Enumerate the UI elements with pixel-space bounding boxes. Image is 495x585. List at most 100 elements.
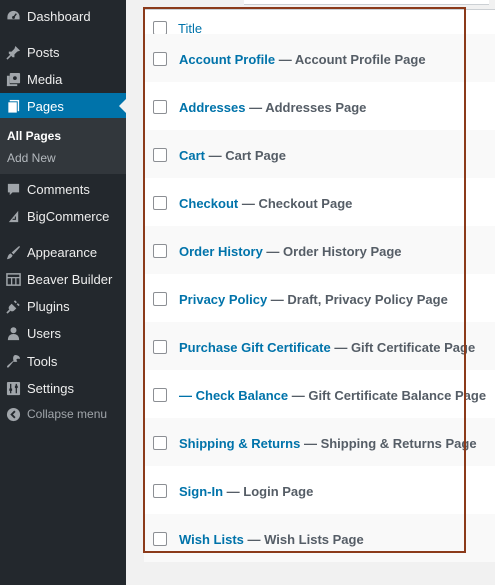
page-title-cell: Privacy Policy — Draft, Privacy Policy P… [179,292,448,307]
page-title-link[interactable]: Purchase Gift Certificate [179,340,331,355]
table-row: Addresses — Addresses Page [144,82,495,130]
table-row: Wish Lists — Wish Lists Page [144,514,495,562]
submenu-add-new[interactable]: Add New [7,151,56,165]
table-row: Shipping & Returns — Shipping & Returns … [144,418,495,466]
page-state: — Gift Certificate Balance Page [288,388,487,403]
row-checkbox[interactable] [153,388,167,402]
page-title-cell: Sign-In — Login Page [179,484,313,499]
collapse-menu-label: Collapse menu [27,407,108,421]
current-menu-arrow [119,99,126,113]
pages-table: Title Account Profile — Account Profile … [143,9,495,562]
page-state: — Gift Certificate Page [330,340,476,355]
menu-item-bigcommerce[interactable]: BigCommerce [0,203,126,229]
page-state: — Login Page [223,484,314,499]
row-checkbox[interactable] [153,436,167,450]
page-title-link[interactable]: Checkout [179,196,238,211]
row-checkbox[interactable] [153,484,167,498]
pages-submenu: All Pages Add New [0,118,126,174]
table-row: Checkout — Checkout Page [144,178,495,226]
row-checkbox[interactable] [153,52,167,66]
pages-icon [0,99,27,114]
table-row: Sign-In — Login Page [144,466,495,514]
menu-label: BigCommerce [27,208,110,224]
menu-item-dashboard[interactable]: Dashboard [0,3,126,29]
page-title-link[interactable]: Addresses [179,100,245,115]
page-title-link[interactable]: Wish Lists [179,532,244,547]
menu-item-appearance[interactable]: Appearance [0,239,126,265]
row-checkbox[interactable] [153,196,167,210]
page-state: — Order History Page [262,244,402,259]
table-row: Account Profile — Account Profile Page [144,34,495,82]
page-state: — Addresses Page [245,100,367,115]
submenu-all-pages[interactable]: All Pages [7,129,61,143]
brush-icon [0,245,27,260]
page-title-cell: Cart — Cart Page [179,148,286,163]
page-state: — Shipping & Returns Page [300,436,477,451]
table-row: Privacy Policy — Draft, Privacy Policy P… [144,274,495,322]
menu-label: Beaver Builder [27,271,113,287]
menu-item-settings[interactable]: Settings [0,375,126,401]
menu-item-users[interactable]: Users [0,320,126,346]
menu-item-plugins[interactable]: Plugins [0,293,126,319]
menu-label: Plugins [27,298,70,314]
collapse-menu-button[interactable]: Collapse menu [0,401,126,427]
menu-label: Comments [27,181,90,197]
media-icon [0,72,27,87]
page-title-cell: Wish Lists — Wish Lists Page [179,532,364,547]
row-checkbox[interactable] [153,148,167,162]
page-title-link[interactable]: Order History [179,244,263,259]
row-checkbox[interactable] [153,244,167,258]
page-title-link[interactable]: Privacy Policy [179,292,267,307]
row-checkbox[interactable] [153,100,167,114]
row-checkbox[interactable] [153,340,167,354]
page-title-link[interactable]: Sign-In [179,484,223,499]
row-checkbox[interactable] [153,292,167,306]
page-title-link[interactable]: — Check Balance [179,388,288,403]
menu-label: Dashboard [27,8,91,24]
page-title-cell: Order History — Order History Page [179,244,402,259]
menu-item-pages[interactable]: Pages [0,93,126,119]
page-state: — Account Profile Page [275,52,426,67]
page-title-link[interactable]: Cart [179,148,205,163]
row-checkbox[interactable] [153,532,167,546]
page-state: — Cart Page [205,148,286,163]
grid-icon [0,272,27,287]
page-title-cell: Addresses — Addresses Page [179,100,366,115]
pages-list-content: Title Account Profile — Account Profile … [126,0,495,585]
pin-icon [0,45,27,60]
menu-item-media[interactable]: Media [0,66,126,92]
page-state: — Checkout Page [238,196,353,211]
page-title-cell: — Check Balance — Gift Certificate Balan… [179,388,486,403]
bigcommerce-icon [0,209,27,224]
wrench-icon [0,354,27,369]
admin-sidebar: Dashboard Posts Media Pages All Pages Ad… [0,0,126,585]
comment-icon [0,182,27,197]
menu-item-beaver-builder[interactable]: Beaver Builder [0,266,126,292]
menu-label: Users [27,325,61,341]
menu-label: Posts [27,44,60,60]
bulk-actions-strip [244,0,489,5]
menu-label: Tools [27,353,58,369]
dashboard-icon [0,9,27,24]
menu-label: Appearance [27,244,98,260]
page-title-cell: Purchase Gift Certificate — Gift Certifi… [179,340,475,355]
page-title-cell: Checkout — Checkout Page [179,196,352,211]
menu-item-tools[interactable]: Tools [0,348,126,374]
settings-icon [0,381,27,396]
page-title-cell: Shipping & Returns — Shipping & Returns … [179,436,477,451]
collapse-icon [0,407,27,422]
select-all-checkbox[interactable] [153,21,167,35]
table-row: Order History — Order History Page [144,226,495,274]
menu-label: Media [27,71,63,87]
menu-label: Pages [27,98,64,114]
table-row: Cart — Cart Page [144,130,495,178]
menu-label: Settings [27,380,74,396]
page-state: — Wish Lists Page [243,532,364,547]
user-icon [0,326,27,341]
menu-item-posts[interactable]: Posts [0,39,126,65]
menu-item-comments[interactable]: Comments [0,176,126,202]
plug-icon [0,299,27,314]
page-title-link[interactable]: Shipping & Returns [179,436,300,451]
page-title-link[interactable]: Account Profile [179,52,275,67]
page-state: — Draft, Privacy Policy Page [267,292,448,307]
